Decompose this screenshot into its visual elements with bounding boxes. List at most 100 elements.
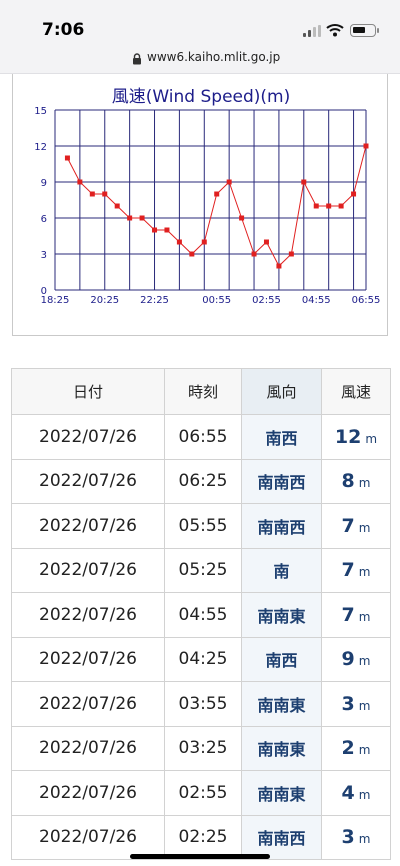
table-row: 2022/07/26 06:25 南南西 8m bbox=[11, 458, 391, 504]
data-point bbox=[239, 215, 245, 221]
browser-url-bar[interactable]: www6.kaiho.mlit.go.jp bbox=[0, 44, 400, 74]
data-point bbox=[326, 203, 332, 209]
table-row: 2022/07/26 03:25 南南東 2m bbox=[11, 725, 391, 771]
cell-direction: 南西 bbox=[241, 636, 322, 682]
cell-time: 02:25 bbox=[164, 814, 242, 860]
speed-value: 4 bbox=[341, 781, 355, 804]
cell-time: 03:25 bbox=[164, 725, 242, 771]
cell-speed: 9m bbox=[321, 636, 391, 682]
speed-unit: m bbox=[358, 654, 371, 669]
data-point bbox=[102, 191, 108, 197]
cell-speed: 7m bbox=[321, 592, 391, 638]
speed-value: 3 bbox=[341, 826, 355, 849]
data-point bbox=[127, 215, 133, 221]
x-tick-label: 00:55 bbox=[202, 295, 231, 306]
cell-speed: 7m bbox=[321, 547, 391, 593]
cell-date: 2022/07/26 bbox=[11, 725, 165, 771]
data-point bbox=[351, 191, 357, 197]
header-direction: 風向 bbox=[241, 368, 322, 415]
speed-unit: m bbox=[365, 431, 378, 446]
status-time: 7:06 bbox=[42, 20, 85, 40]
speed-unit: m bbox=[358, 520, 371, 535]
data-point bbox=[114, 203, 120, 209]
cell-time: 05:55 bbox=[164, 503, 242, 549]
table-row: 2022/07/26 04:55 南南東 7m bbox=[11, 592, 391, 638]
speed-unit: m bbox=[358, 476, 371, 491]
speed-value: 2 bbox=[341, 737, 355, 760]
series-line bbox=[66, 145, 367, 267]
wind-speed-chart: 風速(Wind Speed)(m) 0 3 6 9 12 15 18:25 20:25 22:25… bbox=[12, 74, 388, 336]
speed-value: 7 bbox=[341, 514, 355, 537]
speed-unit: m bbox=[358, 832, 371, 847]
table-header-row: 日付 時刻 風向 風速 bbox=[11, 368, 391, 415]
data-point bbox=[301, 179, 307, 185]
cell-time: 04:55 bbox=[164, 592, 242, 638]
data-point bbox=[226, 179, 232, 185]
data-point bbox=[89, 191, 95, 197]
data-point bbox=[313, 203, 319, 209]
cell-time: 02:55 bbox=[164, 770, 242, 816]
cell-time: 04:25 bbox=[164, 636, 242, 682]
data-point bbox=[176, 239, 182, 245]
cell-speed: 7m bbox=[321, 503, 391, 549]
data-point bbox=[363, 143, 369, 149]
speed-value: 9 bbox=[341, 648, 355, 671]
battery-icon bbox=[350, 24, 379, 37]
cell-speed: 3m bbox=[321, 681, 391, 727]
header-time: 時刻 bbox=[164, 368, 242, 415]
data-point bbox=[152, 227, 158, 233]
data-point bbox=[64, 155, 70, 161]
table-row: 2022/07/26 06:55 南西 12 m bbox=[11, 414, 391, 460]
cell-time: 03:55 bbox=[164, 681, 242, 727]
table-row: 2022/07/26 05:55 南南西 7m bbox=[11, 503, 391, 549]
cell-speed: 8m bbox=[321, 458, 391, 504]
data-point bbox=[338, 203, 344, 209]
data-point bbox=[276, 263, 282, 269]
data-point bbox=[164, 227, 170, 233]
cell-direction: 南南東 bbox=[241, 681, 322, 727]
y-tick-label: 12 bbox=[34, 142, 47, 153]
cell-direction: 南南西 bbox=[241, 503, 322, 549]
speed-value: 3 bbox=[341, 692, 355, 715]
y-tick-label: 6 bbox=[41, 214, 47, 225]
speed-unit: m bbox=[358, 565, 371, 580]
x-tick-label: 04:55 bbox=[302, 295, 331, 306]
cell-speed: 12 m bbox=[321, 414, 391, 460]
speed-value: 7 bbox=[341, 559, 355, 582]
cell-date: 2022/07/26 bbox=[11, 636, 165, 682]
lock-icon bbox=[133, 53, 141, 65]
cell-date: 2022/07/26 bbox=[11, 414, 165, 460]
x-tick-label: 02:55 bbox=[252, 295, 281, 306]
table-row: 2022/07/26 02:55 南南東 4m bbox=[11, 770, 391, 816]
url-text[interactable]: www6.kaiho.mlit.go.jp bbox=[147, 50, 280, 64]
table-body: 2022/07/26 06:55 南西 12 m 2022/07/26 06:25… bbox=[11, 414, 391, 860]
speed-unit: m bbox=[358, 609, 371, 624]
wind-observation-table: 日付 時刻 風向 風速 2022/07/26 06:55 南西 12 m 2022… bbox=[11, 368, 391, 860]
cell-date: 2022/07/26 bbox=[11, 503, 165, 549]
y-tick-label: 3 bbox=[41, 250, 47, 261]
cell-date: 2022/07/26 bbox=[11, 592, 165, 638]
table-row: 2022/07/26 03:55 南南東 3m bbox=[11, 681, 391, 727]
home-indicator[interactable] bbox=[130, 854, 270, 859]
cell-speed: 2m bbox=[321, 725, 391, 771]
x-tick-label: 22:25 bbox=[140, 295, 169, 306]
data-point bbox=[139, 215, 145, 221]
wind-table-container: 日付 時刻 風向 風速 2022/07/26 06:55 南西 12 m 2022… bbox=[11, 368, 391, 860]
cell-date: 2022/07/26 bbox=[11, 458, 165, 504]
cell-direction: 南西 bbox=[241, 414, 322, 460]
speed-unit: m bbox=[358, 698, 371, 713]
table-row: 2022/07/26 02:25 南南西 3m bbox=[11, 814, 391, 860]
header-speed: 風速 bbox=[321, 368, 391, 415]
cell-speed: 3m bbox=[321, 814, 391, 860]
wifi-icon bbox=[326, 24, 344, 37]
cell-date: 2022/07/26 bbox=[11, 814, 165, 860]
x-tick-label: 06:55 bbox=[352, 295, 381, 306]
status-bar: 7:06 bbox=[0, 0, 400, 44]
cell-direction: 南南東 bbox=[241, 770, 322, 816]
data-point bbox=[214, 191, 220, 197]
speed-value: 8 bbox=[341, 470, 355, 493]
y-tick-label: 15 bbox=[34, 106, 47, 117]
data-point bbox=[263, 239, 269, 245]
x-tick-label: 20:25 bbox=[90, 295, 119, 306]
cell-date: 2022/07/26 bbox=[11, 770, 165, 816]
